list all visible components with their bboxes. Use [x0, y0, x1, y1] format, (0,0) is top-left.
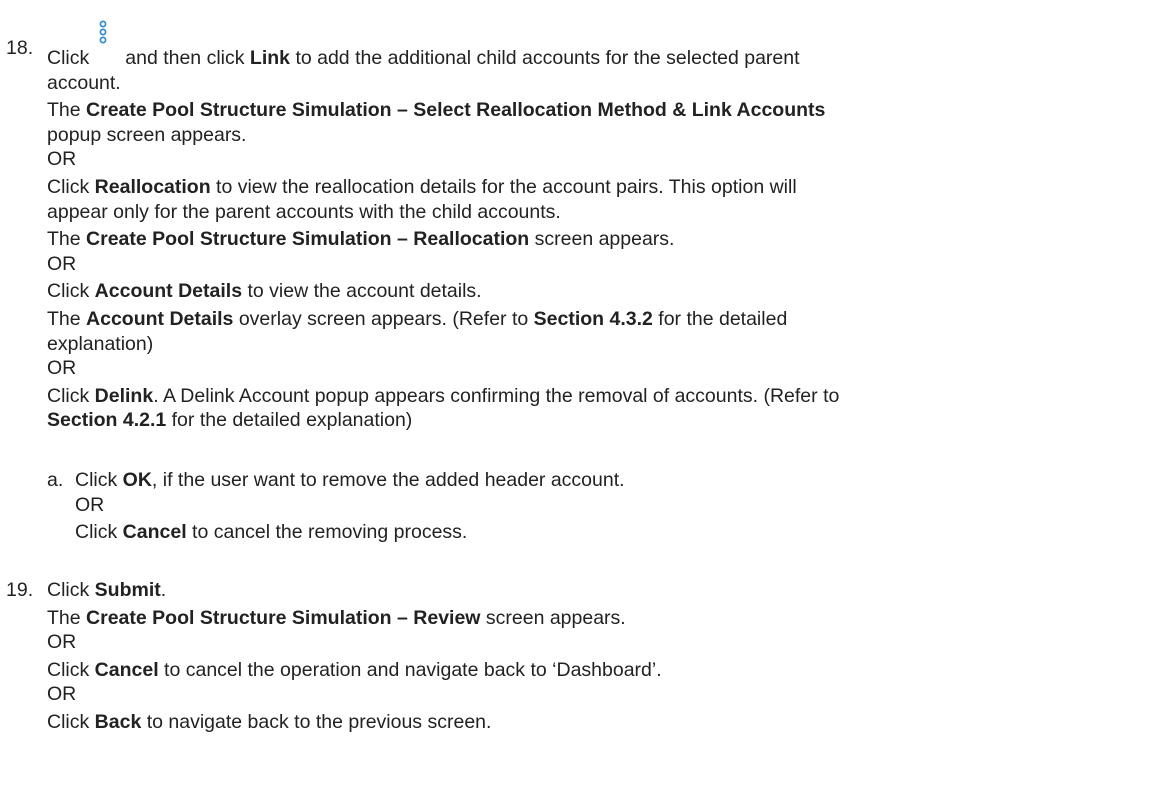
- step-18-line-10: Click Account Details to view the accoun…: [47, 280, 482, 303]
- step-18-line-15: Section 4.2.1 for the detailed explanati…: [47, 409, 413, 432]
- step-number: 19.: [6, 579, 34, 601]
- or-separator: OR: [47, 683, 77, 706]
- step-19-body: Click Submit. The Create Pool Structure …: [47, 578, 1137, 735]
- step-18-line-4: popup screen appears.: [47, 123, 247, 146]
- step-19-line-6: Click Back to navigate back to the previ…: [47, 710, 492, 733]
- step-18-line-1: Click and then click Link to add the addi…: [47, 20, 1137, 71]
- step-18-line-12: explanation): [47, 332, 154, 355]
- step-18-line-3: The Create Pool Structure Simulation – S…: [47, 99, 826, 122]
- sub-step-a-line-3: Click Cancel to cancel the removing proc…: [75, 521, 468, 544]
- or-separator: OR: [47, 357, 77, 380]
- document-page: 18. Click and then click Link to add the …: [0, 0, 1149, 803]
- step-19-line-4: Click Cancel to cancel the operation and…: [47, 658, 662, 681]
- kebab-menu-icon: [93, 20, 119, 66]
- or-separator: OR: [47, 631, 77, 654]
- step-18-line-2: account.: [47, 71, 121, 94]
- step-18-line-6: Click Reallocation to view the reallocat…: [47, 175, 797, 198]
- step-number: 18.: [6, 37, 34, 59]
- step-18-line-7: appear only for the parent accounts with…: [47, 200, 561, 223]
- step-18-body: Click and then click Link to add the addi…: [47, 20, 1137, 433]
- step-18-line-14: Click Delink. A Delink Account popup app…: [47, 384, 840, 407]
- or-separator: OR: [47, 148, 77, 171]
- sub-step-a-body: Click OK, if the user want to remove the…: [75, 468, 1125, 545]
- or-separator: OR: [75, 493, 105, 516]
- sub-step-a-line-1: Click OK, if the user want to remove the…: [75, 469, 625, 491]
- step-19-line-1: Click Submit.: [47, 579, 167, 601]
- or-separator: OR: [47, 252, 77, 275]
- step-18-line-11: The Account Details overlay screen appea…: [47, 307, 788, 330]
- step-19-line-2: The Create Pool Structure Simulation – R…: [47, 606, 626, 629]
- sub-step-letter: a.: [47, 469, 64, 491]
- step-18-line-8: The Create Pool Structure Simulation – R…: [47, 228, 675, 251]
